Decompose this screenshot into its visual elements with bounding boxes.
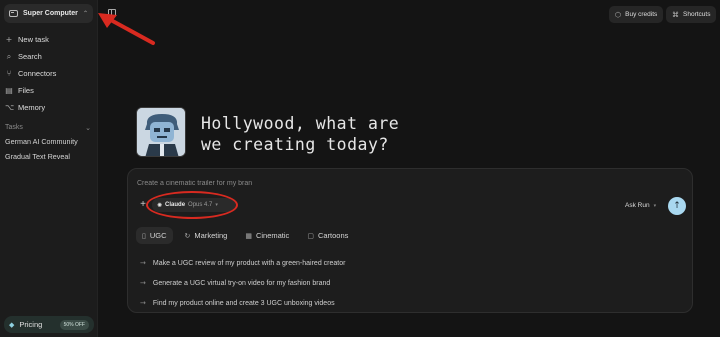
plus-icon: + [5, 35, 13, 44]
sidebar-item-files[interactable]: ▤ Files [4, 82, 94, 99]
chevron-down-icon: ▾ [653, 202, 657, 209]
sidebar-item-label: Memory [18, 103, 46, 112]
connectors-icon: ⑂ [6, 69, 12, 78]
pricing-button[interactable]: ◆ Pricing 50% OFF [4, 316, 94, 333]
sidebar-item-label: Connectors [18, 69, 57, 78]
cartoons-icon: ▢ [307, 231, 314, 240]
suggestion-item[interactable]: → Make a UGC review of my product with a… [140, 253, 345, 273]
suggestion-text: Generate a UGC virtual try-on video for … [152, 279, 331, 287]
annotation-arrow [98, 13, 155, 45]
tab-marketing[interactable]: ↻ Marketing [179, 227, 234, 244]
tab-label: UGC [149, 231, 167, 240]
diamond-icon: ◆ [9, 320, 15, 329]
chevron-updown-icon: ⌃ [82, 10, 88, 17]
tab-label: Marketing [194, 231, 228, 240]
annotation-circle [146, 191, 238, 219]
sidebar: Super Computer ⌃ + New task ⌕ Search ⑂ C… [0, 0, 98, 337]
tab-cinematic[interactable]: ▦ Cinematic [239, 227, 295, 244]
tab-label: Cartoons [317, 231, 349, 240]
buy-credits-button[interactable]: ⬡ Buy credits [609, 6, 664, 23]
arrow-right-icon: → [140, 259, 146, 267]
tab-ugc[interactable]: ▯ UGC [136, 227, 173, 244]
sidebar-item-label: New task [18, 35, 49, 44]
pixel-character-icon [137, 108, 185, 156]
marketing-icon: ↻ [184, 231, 191, 240]
discount-badge: 50% OFF [59, 319, 89, 330]
cinematic-icon: ▦ [245, 231, 252, 240]
sidebar-item-label: Search [18, 52, 42, 61]
suggestion-text: Find my product online and create 3 UGC … [152, 299, 335, 307]
credits-icon: ⬡ [615, 10, 622, 19]
arrow-right-icon: → [140, 299, 146, 307]
run-mode-selector[interactable]: Ask Run ▾ [625, 202, 656, 209]
buy-credits-label: Buy credits [625, 11, 658, 18]
suggestion-item[interactable]: → Find my product online and create 3 UG… [140, 293, 345, 313]
sidebar-item-new-task[interactable]: + New task [4, 31, 94, 48]
sidebar-item-search[interactable]: ⌕ Search [4, 48, 94, 65]
suggestion-list: → Make a UGC review of my product with a… [140, 253, 345, 313]
pricing-label: Pricing [19, 320, 43, 329]
hero-title: Hollywood, what are we creating today? [201, 113, 441, 155]
tab-cartoons[interactable]: ▢ Cartoons [301, 227, 354, 244]
send-button[interactable]: ↑ [668, 197, 686, 215]
shortcuts-label: Shortcuts [683, 11, 711, 18]
hero-title-line: Hollywood, what are [201, 114, 400, 133]
suggestion-item[interactable]: → Generate a UGC virtual try-on video fo… [140, 273, 345, 293]
sidebar-item-label: Files [18, 86, 34, 95]
task-item[interactable]: German AI Community [5, 136, 78, 151]
computer-icon [9, 10, 18, 17]
workspace-switcher[interactable]: Super Computer ⌃ [4, 4, 93, 23]
shortcuts-button[interactable]: ⌘ Shortcuts [666, 6, 717, 23]
task-list: German AI Community Gradual Text Reveal [5, 136, 78, 166]
ugc-icon: ▯ [142, 231, 146, 240]
arrow-up-icon: ↑ [673, 201, 681, 211]
command-icon: ⌘ [672, 10, 679, 19]
sidebar-item-memory[interactable]: ⌥ Memory [4, 99, 94, 116]
prompt-input[interactable] [137, 180, 537, 187]
task-item[interactable]: Gradual Text Reveal [5, 151, 78, 166]
files-icon: ▤ [5, 86, 13, 95]
memory-icon: ⌥ [5, 103, 15, 112]
chevron-down-icon: ⌄ [85, 125, 91, 132]
category-tabs: ▯ UGC ↻ Marketing ▦ Cinematic ▢ Cartoons [136, 227, 354, 244]
tab-label: Cinematic [255, 231, 290, 240]
tasks-section-header[interactable]: Tasks ⌄ [5, 124, 91, 132]
search-icon: ⌕ [6, 51, 12, 61]
suggestion-text: Make a UGC review of my product with a g… [152, 259, 346, 267]
hero-title-line: we creating today? [201, 135, 389, 154]
arrow-right-icon: → [140, 279, 146, 287]
sidebar-item-connectors[interactable]: ⑂ Connectors [4, 65, 94, 82]
sidebar-nav: + New task ⌕ Search ⑂ Connectors ▤ Files… [4, 31, 94, 116]
run-mode-label: Ask Run [625, 202, 650, 209]
avatar [136, 107, 186, 157]
workspace-name: Super Computer [23, 10, 78, 17]
tasks-heading: Tasks [5, 124, 23, 131]
